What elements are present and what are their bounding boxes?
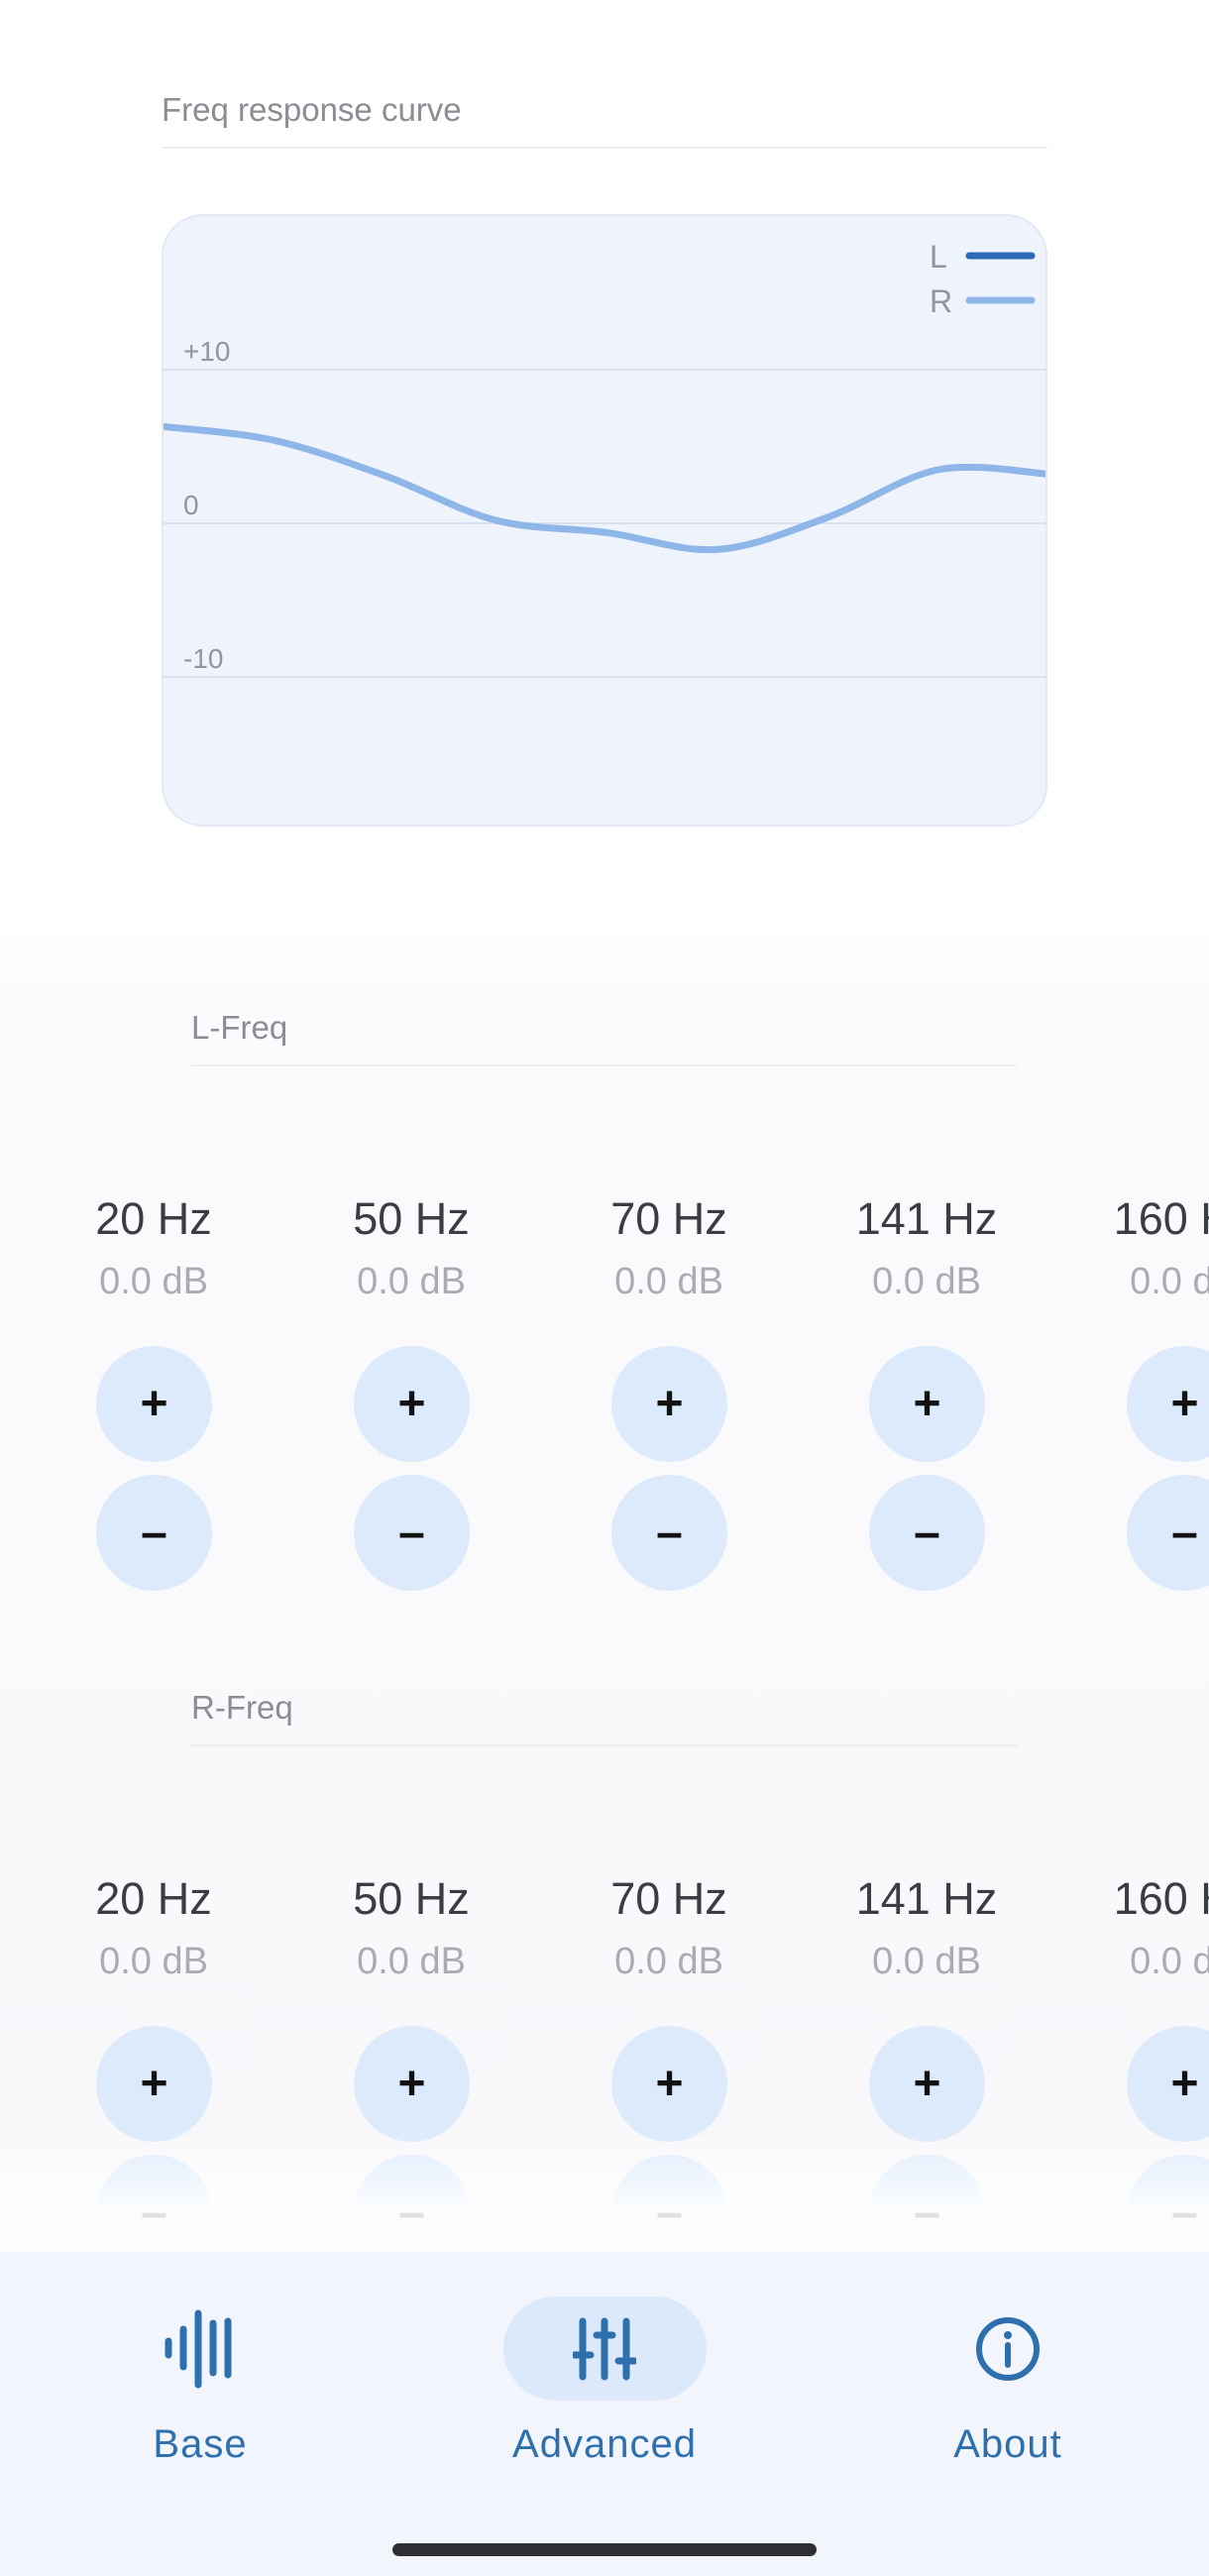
gain-decrease-button[interactable]: – bbox=[611, 1475, 727, 1591]
gain-decrease-button[interactable]: – bbox=[1127, 1475, 1209, 1591]
gain-decrease-button[interactable]: – bbox=[96, 1475, 212, 1591]
band-gain: 0.0 dB bbox=[1130, 1261, 1209, 1302]
series-line-r bbox=[164, 422, 1045, 554]
r-band-50hz: 50 Hz 0.0 dB + – bbox=[332, 1869, 491, 2250]
gain-increase-button[interactable]: + bbox=[354, 2026, 470, 2142]
nav-tab-base[interactable]: Base bbox=[52, 2296, 349, 2467]
nav-icon-container bbox=[502, 2296, 707, 2401]
y-tick-label-zero: 0 bbox=[183, 490, 199, 520]
gain-increase-button[interactable]: + bbox=[869, 1346, 985, 1462]
legend-label-l: L bbox=[930, 239, 947, 275]
gain-increase-button[interactable]: + bbox=[96, 1346, 212, 1462]
gain-increase-button[interactable]: + bbox=[96, 2026, 212, 2142]
band-frequency: 70 Hz bbox=[610, 1193, 727, 1244]
l-band-50hz: 50 Hz 0.0 dB + – bbox=[332, 1189, 491, 1591]
band-gain: 0.0 dB bbox=[99, 1941, 208, 1982]
band-frequency: 160 Hz bbox=[1113, 1873, 1209, 1924]
band-frequency: 141 Hz bbox=[855, 1193, 998, 1244]
band-frequency: 20 Hz bbox=[95, 1193, 212, 1244]
l-freq-section-title: L-Freq bbox=[191, 1009, 1017, 1066]
gain-decrease-button[interactable]: – bbox=[869, 1475, 985, 1591]
nav-tab-advanced[interactable]: Advanced bbox=[456, 2296, 753, 2467]
l-band-20hz: 20 Hz 0.0 dB + – bbox=[74, 1189, 233, 1591]
nav-tab-about[interactable]: About bbox=[859, 2296, 1156, 2467]
band-gain: 0.0 dB bbox=[872, 1941, 981, 1982]
r-band-160hz: 160 Hz 0.0 dB + – bbox=[1105, 1869, 1209, 2250]
nav-icon-container bbox=[907, 2296, 1110, 2401]
y-tick-label-bottom: -10 bbox=[183, 643, 223, 674]
nav-label-base: Base bbox=[153, 2422, 248, 2466]
l-band-141hz: 141 Hz 0.0 dB + – bbox=[847, 1189, 1006, 1591]
bars-icon bbox=[165, 2309, 232, 2388]
band-frequency: 50 Hz bbox=[353, 1193, 470, 1244]
legend: L R bbox=[930, 239, 1036, 319]
band-gain: 0.0 dB bbox=[357, 1261, 466, 1302]
home-indicator[interactable] bbox=[392, 2543, 817, 2556]
freq-response-chart: +10 0 -10 L R bbox=[162, 214, 1047, 827]
r-freq-bands: 20 Hz 0.0 dB + – 50 Hz 0.0 dB + – 70 Hz … bbox=[0, 1869, 1209, 2250]
l-freq-bands: 20 Hz 0.0 dB + – 50 Hz 0.0 dB + – 70 Hz … bbox=[0, 1189, 1209, 1606]
r-band-20hz: 20 Hz 0.0 dB + – bbox=[74, 1869, 233, 2250]
gain-decrease-button[interactable]: – bbox=[354, 1475, 470, 1591]
l-band-160hz: 160 Hz 0.0 dB + – bbox=[1105, 1189, 1209, 1591]
series-layer bbox=[164, 422, 1045, 554]
y-tick-label-top: +10 bbox=[183, 336, 231, 367]
band-gain: 0.0 dB bbox=[357, 1941, 466, 1982]
band-gain: 0.0 dB bbox=[1130, 1941, 1209, 1982]
band-frequency: 141 Hz bbox=[855, 1873, 998, 1924]
gain-decrease-button[interactable]: – bbox=[354, 2155, 470, 2250]
r-freq-section-title: R-Freq bbox=[191, 1689, 1017, 1746]
r-band-70hz: 70 Hz 0.0 dB + – bbox=[590, 1869, 748, 2250]
sliders-icon bbox=[573, 2317, 636, 2380]
legend-label-r: R bbox=[930, 283, 952, 319]
gain-decrease-button[interactable]: – bbox=[611, 2155, 727, 2250]
gain-increase-button[interactable]: + bbox=[611, 2026, 727, 2142]
band-frequency: 160 Hz bbox=[1113, 1193, 1209, 1244]
gain-decrease-button[interactable]: – bbox=[1127, 2155, 1209, 2250]
gain-increase-button[interactable]: + bbox=[611, 1346, 727, 1462]
band-frequency: 20 Hz bbox=[95, 1873, 212, 1924]
nav-label-advanced: Advanced bbox=[512, 2422, 697, 2466]
gain-increase-button[interactable]: + bbox=[354, 1346, 470, 1462]
l-band-70hz: 70 Hz 0.0 dB + – bbox=[590, 1189, 748, 1591]
gain-increase-button[interactable]: + bbox=[1127, 2026, 1209, 2142]
band-frequency: 50 Hz bbox=[353, 1873, 470, 1924]
gain-decrease-button[interactable]: – bbox=[96, 2155, 212, 2250]
bottom-navigation: Base Advanced About bbox=[0, 2252, 1209, 2576]
r-band-141hz: 141 Hz 0.0 dB + – bbox=[847, 1869, 1006, 2250]
band-gain: 0.0 dB bbox=[614, 1261, 723, 1302]
band-gain: 0.0 dB bbox=[99, 1261, 208, 1302]
band-gain: 0.0 dB bbox=[872, 1261, 981, 1302]
curve-section-title: Freq response curve bbox=[162, 91, 1047, 149]
gain-increase-button[interactable]: + bbox=[869, 2026, 985, 2142]
chart-svg: +10 0 -10 L R bbox=[164, 239, 1045, 678]
nav-label-about: About bbox=[953, 2422, 1062, 2466]
band-gain: 0.0 dB bbox=[614, 1941, 723, 1982]
gain-decrease-button[interactable]: – bbox=[869, 2155, 985, 2250]
nav-icon-container bbox=[99, 2296, 302, 2401]
band-frequency: 70 Hz bbox=[610, 1873, 727, 1924]
gain-increase-button[interactable]: + bbox=[1127, 1346, 1209, 1462]
info-icon bbox=[976, 2316, 1040, 2381]
